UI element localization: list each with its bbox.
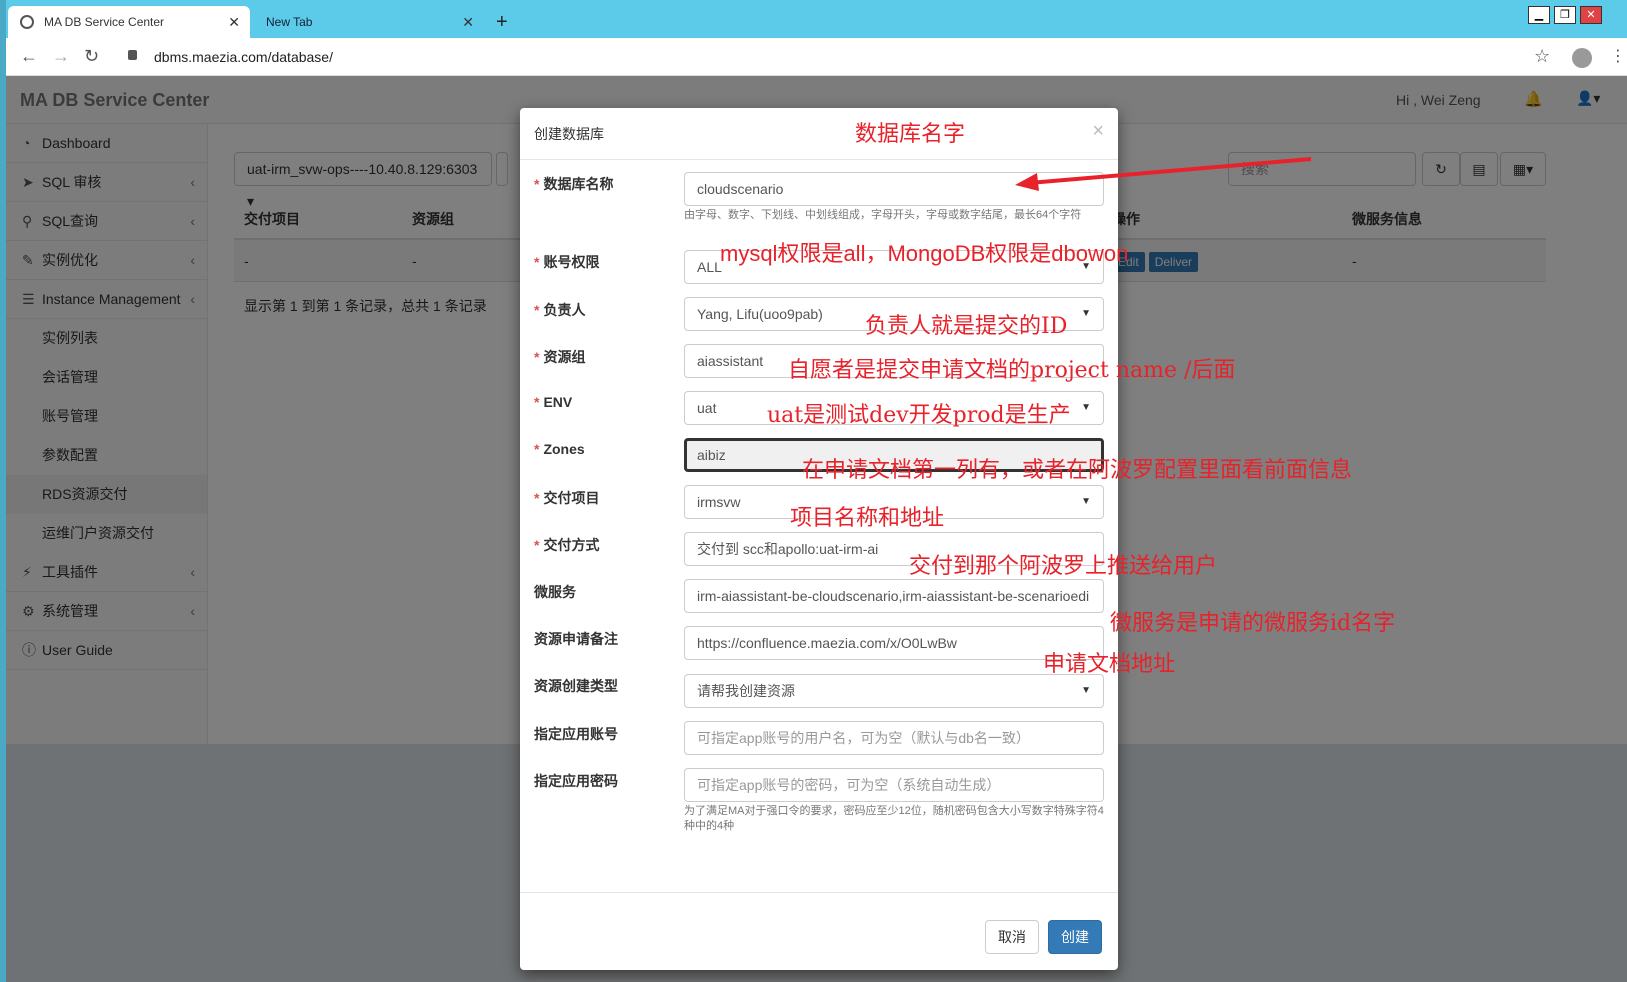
app-password-field[interactable]: 可指定app账号的密码，可为空（系统自动生成） [684, 768, 1104, 802]
db-name-help: 由字母、数字、下划线、中划线组成，字母开头，字母或数字结尾，最长64个字符 [684, 209, 1082, 221]
caret-down-icon: ▼ [1081, 402, 1091, 413]
annotation-delivery-project: 项目名称和地址 [790, 506, 945, 531]
annotation-env: uat是测试dev开发prod是生产 [767, 403, 1071, 428]
caret-down-icon: ▼ [1081, 496, 1091, 507]
address-bar: ← → ↻ dbms.maezia.com/database/ ☆ ⋮ [6, 38, 1627, 76]
menu-kebab-icon[interactable]: ⋮ [1610, 46, 1626, 66]
field-label-delivery-project: * 交付项目 [534, 490, 600, 506]
field-label-zones: * Zones [534, 441, 585, 457]
close-tab-icon[interactable]: ✕ [462, 14, 474, 31]
create-type-select[interactable]: 请帮我创建资源 ▼ [684, 674, 1104, 708]
remark-field[interactable]: https://confluence.maezia.com/x/O0LwBw [684, 626, 1104, 660]
globe-icon [20, 15, 34, 29]
caret-down-icon: ▼ [1081, 685, 1091, 696]
url-field[interactable]: dbms.maezia.com/database/ [134, 49, 333, 65]
back-icon[interactable]: ← [20, 46, 38, 67]
microservice-field[interactable]: irm-aiassistant-be-cloudscenario,irm-aia… [684, 579, 1104, 613]
field-label-app-account: 指定应用账号 [534, 726, 618, 742]
annotation-microservice: 微服务是申请的微服务id名字 [1110, 611, 1396, 636]
profile-avatar[interactable] [1572, 48, 1592, 68]
annotation-remark: 申请文档地址 [1043, 652, 1176, 677]
annotation-privilege: mysql权限是all，MongoDB权限是dbowon [720, 241, 1129, 266]
tab-ma-db-service-center[interactable]: MA DB Service Center ✕ [8, 6, 250, 38]
field-label-env: * ENV [534, 394, 573, 410]
restore-button[interactable]: ❐ [1554, 6, 1576, 24]
field-label-remark: 资源申请备注 [534, 631, 618, 647]
field-label-create-type: 资源创建类型 [534, 678, 618, 694]
cancel-button[interactable]: 取消 [985, 920, 1039, 954]
tab-new-tab[interactable]: New Tab ✕ [254, 6, 484, 38]
annotation-owner: 负责人就是提交的ID [865, 314, 1068, 339]
field-label-owner: * 负责人 [534, 302, 586, 318]
annotation-zones: 在申请文档第一列有，或者在阿波罗配置里面看前面信息 [802, 458, 1353, 483]
close-window-button[interactable]: ✕ [1580, 6, 1602, 24]
create-button[interactable]: 创建 [1048, 920, 1102, 954]
annotation-db-name: 数据库名字 [855, 122, 966, 147]
tab-title: New Tab [266, 15, 313, 29]
divider [520, 892, 1118, 893]
minimize-button[interactable]: ▁ [1528, 6, 1550, 24]
field-label-resource-group: * 资源组 [534, 349, 586, 365]
forward-icon[interactable]: → [52, 46, 70, 67]
annotation-resource-group: 自愿者是提交申请文档的project name /后面 [788, 358, 1236, 383]
field-label-app-password: 指定应用密码 [534, 773, 618, 789]
annotation-arrow [1015, 157, 1312, 191]
field-label-microservice: 微服务 [534, 584, 576, 600]
reload-icon[interactable]: ↻ [84, 46, 99, 67]
field-label-db-name: * 数据库名称 [534, 176, 614, 192]
app-account-field[interactable]: 可指定app账号的用户名，可为空（默认与db名一致） [684, 721, 1104, 755]
close-icon[interactable]: × [1092, 120, 1104, 143]
bookmark-star-icon[interactable]: ☆ [1534, 46, 1550, 67]
field-label-privilege: * 账号权限 [534, 254, 600, 270]
modal-title: 创建数据库 [534, 126, 604, 142]
close-tab-icon[interactable]: ✕ [228, 14, 240, 31]
password-help: 为了满足MA对于强口令的要求，密码应至少12位，随机密码包含大小写数字特殊字符4… [684, 805, 1104, 832]
annotation-delivery-method: 交付到那个阿波罗上推送给用户 [909, 554, 1218, 579]
new-tab-button[interactable]: + [496, 12, 508, 32]
caret-down-icon: ▼ [1081, 308, 1091, 319]
field-label-delivery-method: * 交付方式 [534, 537, 600, 553]
tab-title: MA DB Service Center [44, 15, 165, 29]
